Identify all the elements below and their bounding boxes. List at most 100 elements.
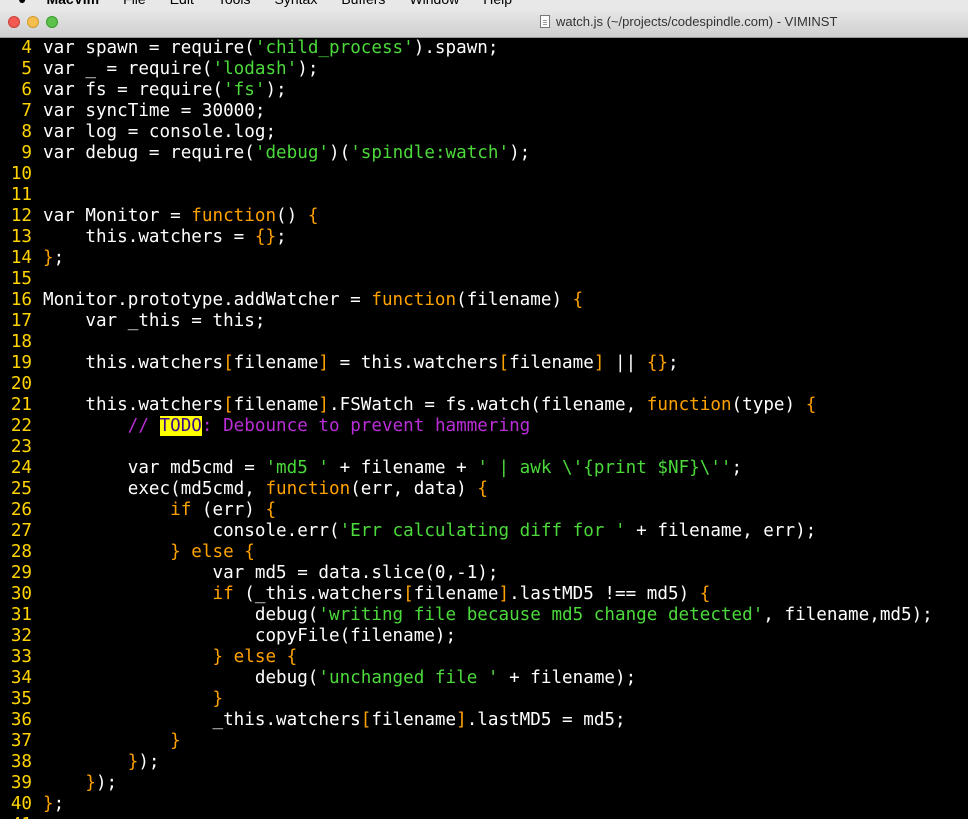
code-text: _this.watchers[filename].lastMD5 = md5; [32,710,625,731]
line-number: 24 [10,458,32,478]
code-text: }; [32,794,64,815]
window-controls [8,16,58,28]
code-line: 24 var md5cmd = 'md5 ' + filename + ' | … [0,458,742,479]
code-token: filename [233,353,319,373]
code-token: [ [498,353,510,373]
code-token: filename [371,710,457,730]
code-token: if [212,584,234,604]
line-number: 13 [10,227,32,247]
code-text: } else { [32,647,297,668]
code-token: this.watchers = [43,227,255,247]
minimize-button[interactable] [27,16,39,28]
code-token: if [170,500,192,520]
code-line: 33 } else { [0,647,297,668]
code-token: )( [329,143,351,163]
code-text: copyFile(filename); [32,626,456,647]
menu-item-file[interactable]: File [111,0,158,7]
line-number: 8 [21,122,32,142]
code-text: var md5cmd = 'md5 ' + filename + ' | awk… [32,458,742,479]
code-token: function [191,206,277,226]
code-token: (filename) [456,290,573,310]
code-token: .FSWatch = fs.watch(filename, [329,395,647,415]
code-text: var _ = require('lodash'); [32,59,318,80]
code-text: } [32,731,181,752]
menu-item-window[interactable]: Window [397,0,471,7]
code-token: ; [731,458,743,478]
code-token: var md5cmd = [43,458,266,478]
code-text: // TODO: Debounce to prevent hammering [32,416,530,437]
code-line: 11 [0,185,43,206]
code-text: var syncTime = 30000; [32,101,265,122]
code-line: 18 [0,332,43,353]
code-token: var debug = require( [43,143,255,163]
code-line: 28 } else { [0,542,255,563]
line-number: 34 [10,668,32,688]
code-text: }; [32,248,64,269]
code-token: ] [318,395,330,415]
code-token: TODO [159,416,202,436]
code-line: 40}; [0,794,64,815]
code-token: var log = console.log; [43,122,277,142]
code-line: 27 console.err('Err calculating diff for… [0,521,816,542]
code-token: [ [360,710,372,730]
code-token: var syncTime = 30000; [43,101,266,121]
code-text: Monitor.prototype.addWatcher = function(… [32,290,583,311]
code-line: 41 [0,815,43,819]
line-number: 15 [10,269,32,289]
code-token: function [265,479,351,499]
code-token: ); [297,59,319,79]
line-number: 21 [10,395,32,415]
close-button[interactable] [8,16,20,28]
code-token: { [699,584,711,604]
line-number: 5 [21,59,32,79]
code-editor[interactable]: 4 var spawn = require('child_process').sp… [0,38,968,819]
line-number: 38 [10,752,32,772]
code-token: filename [413,584,499,604]
menu-item-edit[interactable]: Edit [158,0,206,7]
menu-item-syntax[interactable]: Syntax [263,0,330,7]
code-line: 15 [0,269,43,290]
line-number: 6 [21,80,32,100]
code-line: 5 var _ = require('lodash'); [0,59,318,80]
code-text: }); [32,752,160,773]
code-text: exec(md5cmd, function(err, data) { [32,479,488,500]
code-token: { [805,395,817,415]
code-token: [ [223,395,234,415]
code-token: 'spindle:watch' [350,143,510,163]
code-text: if (err) { [32,500,276,521]
zoom-button[interactable] [46,16,58,28]
code-token: this.watchers [43,353,224,373]
code-line: 34 debug('unchanged file ' + filename); [0,668,636,689]
code-token: : Debounce to prevent hammering [201,416,531,436]
line-number: 29 [10,563,32,583]
code-line: 26 if (err) { [0,500,276,521]
code-token: ); [138,752,160,772]
apple-menu-icon[interactable]: ● [0,0,34,7]
code-line: 37 } [0,731,181,752]
line-number: 26 [10,500,32,520]
code-line: 12 var Monitor = function() { [0,206,319,227]
menu-bar: ●MacVimFileEditToolsSyntaxBuffersWindowH… [0,0,968,8]
menu-item-macvim[interactable]: MacVim [34,0,111,7]
menu-item-help[interactable]: Help [471,0,524,7]
code-token: ; [276,227,287,247]
code-token: 'md5 ' [265,458,330,478]
line-number: 35 [10,689,32,709]
code-token: 'debug' [254,143,330,163]
code-token: { [477,479,488,499]
code-token: var spawn = require( [43,38,255,58]
code-line: 9 var debug = require('debug')('spindle:w… [0,143,530,164]
code-text: }); [32,773,117,794]
code-token: else [191,542,234,562]
line-number: 40 [10,794,32,814]
menu-item-buffers[interactable]: Buffers [329,0,397,7]
line-number: 28 [10,542,32,562]
window-title-text: watch.js (~/projects/codespindle.com) - … [556,14,838,29]
menu-item-tools[interactable]: Tools [206,0,263,7]
code-text: var md5 = data.slice(0,-1); [32,563,498,584]
code-token: + filename); [498,668,637,688]
code-text: this.watchers[filename].FSWatch = fs.wat… [32,395,816,416]
